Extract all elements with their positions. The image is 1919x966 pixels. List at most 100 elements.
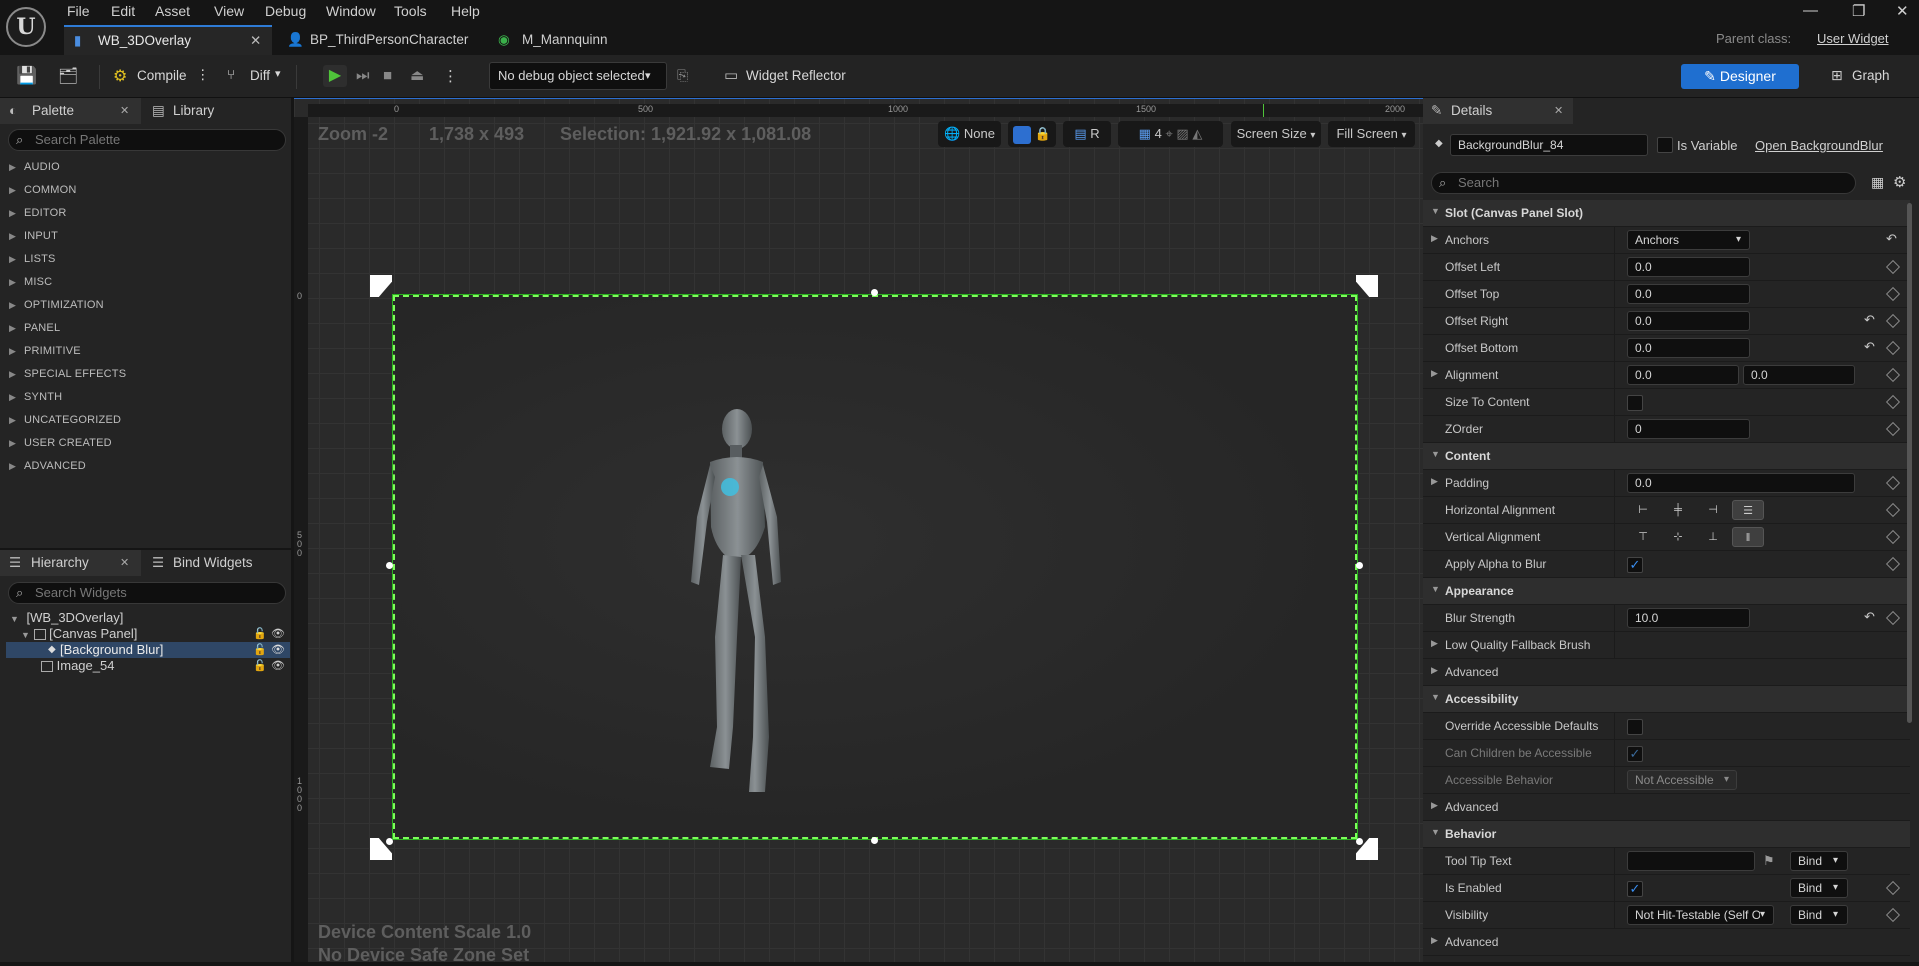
section-content[interactable]: ▼ Content [1423, 443, 1910, 470]
category-lists[interactable]: ▶ LISTS [0, 248, 290, 271]
category-panel[interactable]: ▶ PANEL [0, 317, 290, 340]
fill-screen-dropdown[interactable]: Fill Screen ▾ [1328, 121, 1415, 147]
tab-m-mannquinn[interactable]: ◉ M_Mannquinn [496, 25, 626, 55]
resize-handle-bottom-left[interactable] [386, 838, 393, 845]
tree-item-root[interactable]: ▼ [WB_3DOverlay] [10, 610, 290, 626]
keyframe-icon[interactable] [1885, 475, 1901, 491]
section-slot[interactable]: ▼ Slot (Canvas Panel Slot) [1423, 200, 1910, 227]
align-bottom-icon[interactable]: ⊥ [1697, 527, 1729, 547]
alignment-x-input[interactable]: 0.0 [1627, 365, 1739, 385]
marquee-icon[interactable] [1013, 125, 1032, 144]
respect-locks-group[interactable]: ▤ R [1063, 121, 1111, 147]
graph-button[interactable]: Graph [1852, 68, 1890, 83]
anchors-dropdown[interactable]: Anchors ▾ [1627, 230, 1750, 250]
align-right-icon[interactable]: ⊣ [1697, 500, 1729, 520]
palette-search-input[interactable]: ⌕ Search Palette [8, 129, 286, 151]
visibility-dropdown[interactable]: Not Hit-Testable (Self O ▾ [1627, 905, 1774, 925]
menu-help[interactable]: Help [451, 3, 480, 19]
keyframe-icon[interactable] [1885, 421, 1901, 437]
open-backgroundblur-link[interactable]: Open BackgroundBlur [1755, 138, 1883, 153]
chevron-right-icon[interactable]: ▶ [1431, 368, 1438, 379]
lock-icon[interactable]: 🔒 [1035, 126, 1051, 141]
grid-snap-group[interactable]: ▦ 4 ⌖ ▨ ◭ [1118, 121, 1223, 147]
eject-icon[interactable]: ⏏ [410, 66, 424, 84]
menu-asset[interactable]: Asset [155, 3, 190, 19]
debug-object-dropdown[interactable]: No debug object selected ▾ [489, 62, 667, 90]
tab-details[interactable]: ✎ Details ✕ [1423, 98, 1573, 124]
keyframe-icon[interactable] [1885, 394, 1901, 410]
step-icon[interactable]: ⏭ [356, 67, 370, 84]
zorder-input[interactable]: 0 [1627, 419, 1750, 439]
row-behavior-advanced[interactable]: ▶ Advanced [1423, 929, 1910, 956]
keyframe-icon[interactable] [1885, 259, 1901, 275]
offset-bottom-input[interactable]: 0.0 [1627, 338, 1750, 358]
is-enabled-bind-button[interactable]: Bind ▾ [1790, 878, 1848, 898]
menu-debug[interactable]: Debug [265, 3, 306, 19]
tooltip-bind-button[interactable]: Bind ▾ [1790, 851, 1848, 871]
details-scrollbar[interactable] [1907, 203, 1912, 723]
menu-tools[interactable]: Tools [394, 3, 427, 19]
keyframe-icon[interactable] [1885, 313, 1901, 329]
save-icon[interactable]: 💾 [16, 66, 37, 86]
keyframe-icon[interactable] [1885, 286, 1901, 302]
tab-wb-3doverlay[interactable]: ▮ WB_3DOverlay ✕ [64, 25, 272, 55]
tree-item-canvas-panel[interactable]: ▼ [Canvas Panel] 🔓 👁 [21, 626, 289, 642]
gear-icon[interactable]: ⚙ [1893, 173, 1906, 191]
row-appearance-advanced[interactable]: ▶ Advanced [1423, 659, 1910, 686]
compile-options-icon[interactable]: ⋮ [196, 67, 210, 83]
play-icon[interactable]: ▶ [323, 65, 347, 87]
section-behavior[interactable]: ▼ Behavior [1423, 821, 1910, 848]
keyframe-icon[interactable] [1885, 502, 1901, 518]
menu-file[interactable]: File [67, 3, 90, 19]
chevron-right-icon[interactable]: ▶ [1431, 476, 1438, 487]
padding-input[interactable]: 0.0 [1627, 473, 1855, 493]
tab-palette[interactable]: ◐ Palette ✕ [0, 98, 141, 124]
is-variable-checkbox[interactable] [1657, 137, 1673, 153]
close-tab-icon[interactable]: ✕ [120, 550, 129, 576]
table-view-icon[interactable]: ▦ [1871, 174, 1884, 191]
keyframe-icon[interactable] [1885, 610, 1901, 626]
mountain-icon[interactable]: ◭ [1192, 126, 1202, 141]
category-input[interactable]: ▶ INPUT [0, 225, 290, 248]
details-search-input[interactable]: ⌕ Search [1431, 172, 1856, 194]
grid-icon[interactable]: ▦ [1139, 126, 1151, 141]
screen-size-dropdown[interactable]: Screen Size ▾ [1231, 121, 1321, 147]
lock-icon[interactable]: 🔓 [253, 658, 267, 674]
category-misc[interactable]: ▶ MISC [0, 271, 290, 294]
eye-icon[interactable]: 👁 [271, 642, 285, 658]
localization-preview-button[interactable]: 🌐 None [938, 121, 1001, 147]
is-enabled-checkbox[interactable]: ✓ [1627, 881, 1643, 897]
category-uncategorized[interactable]: ▶ UNCATEGORIZED [0, 409, 290, 432]
section-accessibility[interactable]: ▼ Accessibility [1423, 686, 1910, 713]
flag-icon[interactable]: ⚑ [1763, 853, 1775, 869]
align-fill-h-icon[interactable]: ☰ [1732, 500, 1764, 520]
reset-icon[interactable]: ↶ [1864, 312, 1875, 328]
keyframe-icon[interactable] [1885, 907, 1901, 923]
play-options-icon[interactable]: ⋮ [443, 67, 458, 85]
category-common[interactable]: ▶ COMMON [0, 179, 290, 202]
tree-item-image-54[interactable]: Image_54 🔓 👁 [41, 658, 290, 674]
resize-handle-bottom[interactable] [871, 837, 878, 844]
close-tab-icon[interactable]: ✕ [1554, 98, 1563, 124]
category-audio[interactable]: ▶ AUDIO [0, 156, 290, 179]
diff-button[interactable]: Diff [250, 68, 270, 83]
close-tab-icon[interactable]: ✕ [120, 98, 129, 124]
row-accessibility-advanced[interactable]: ▶ Advanced [1423, 794, 1910, 821]
selection-lock-group[interactable]: 🔒 [1008, 121, 1056, 147]
eye-icon[interactable]: 👁 [271, 658, 285, 674]
tooltip-input[interactable] [1627, 851, 1755, 871]
reset-icon[interactable]: ↶ [1886, 231, 1897, 247]
chevron-right-icon[interactable]: ▶ [1431, 638, 1438, 649]
lock-icon[interactable]: 🔓 [253, 626, 267, 642]
align-top-icon[interactable]: ⊤ [1627, 527, 1659, 547]
menu-view[interactable]: View [214, 3, 244, 19]
widget-reflector-button[interactable]: Widget Reflector [746, 68, 846, 83]
align-center-h-icon[interactable]: ╪ [1662, 500, 1694, 520]
keyframe-icon[interactable] [1885, 529, 1901, 545]
align-fill-v-icon[interactable]: ‖ [1732, 527, 1764, 547]
parent-class-link[interactable]: User Widget [1817, 31, 1889, 46]
designer-button[interactable]: ✎ Designer [1681, 64, 1799, 89]
align-left-icon[interactable]: ⊢ [1627, 500, 1659, 520]
reset-icon[interactable]: ↶ [1864, 339, 1875, 355]
tab-hierarchy[interactable]: ☰ Hierarchy ✕ [0, 550, 141, 576]
